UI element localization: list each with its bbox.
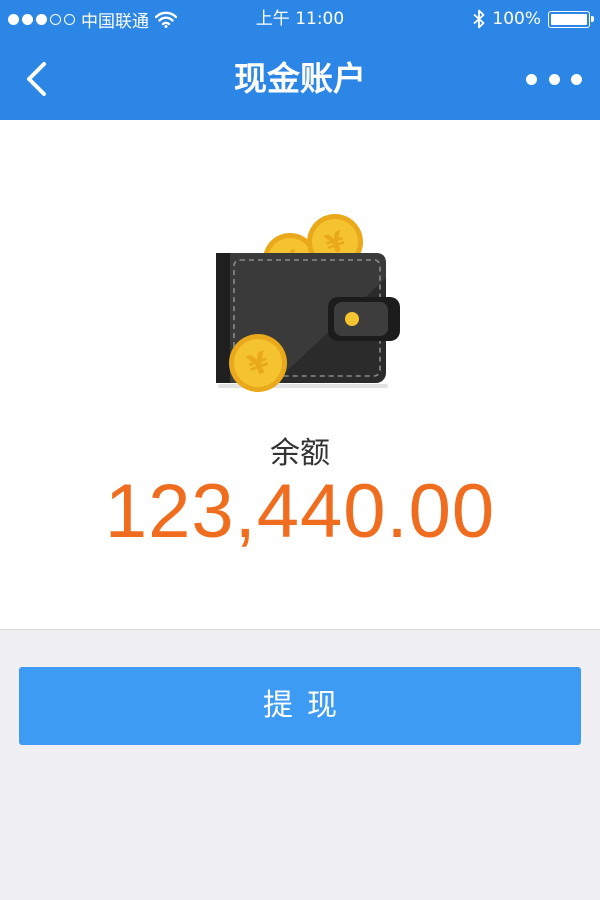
more-dot xyxy=(526,73,537,85)
more-button[interactable] xyxy=(526,66,582,92)
page-title: 现金账户 xyxy=(234,59,366,98)
battery-icon xyxy=(548,10,594,28)
navigation-bar: 现金账户 xyxy=(0,38,600,120)
balance-amount: 123,440.00 xyxy=(104,469,496,554)
battery-percentage: 100% xyxy=(492,9,541,29)
coin-icon: ¥ xyxy=(229,334,287,392)
more-dot xyxy=(548,73,560,85)
status-right: 100% xyxy=(473,0,594,38)
wallet-icon: ¥ ¥ ¥ xyxy=(216,214,400,392)
chevron-left-icon xyxy=(27,62,46,96)
withdraw-button[interactable]: 提现 xyxy=(19,667,581,745)
balance-label: 余额 xyxy=(270,436,330,471)
bluetooth-icon xyxy=(473,9,485,29)
status-bar: 中国联通 上午 11:00 100% xyxy=(0,0,600,38)
more-dot xyxy=(571,73,582,85)
balance-card: ¥ ¥ ¥ 余额 123,440.00 xyxy=(0,120,600,630)
back-button[interactable] xyxy=(18,57,58,101)
